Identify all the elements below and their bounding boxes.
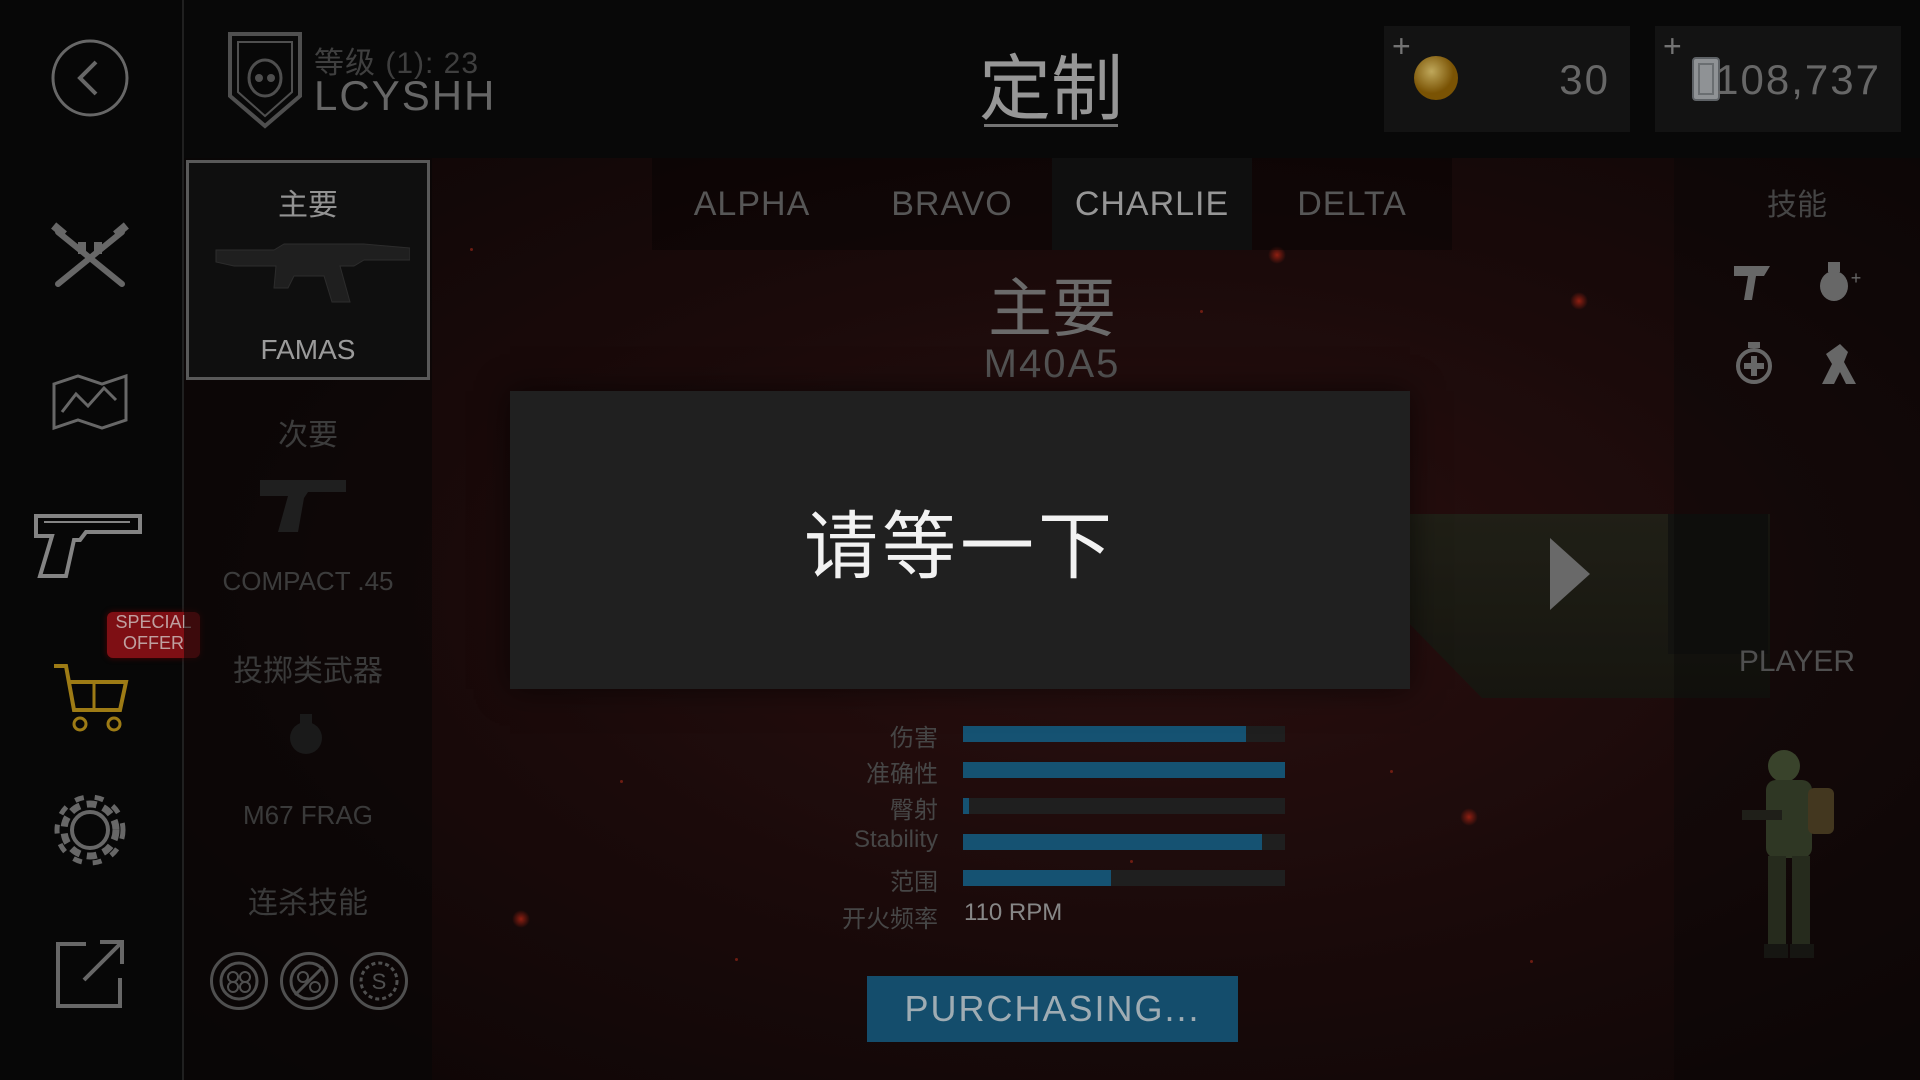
shopping-cart-icon — [54, 664, 129, 732]
extra-grenade-skill-icon[interactable]: + — [1814, 256, 1864, 306]
compact-pistol-icon — [260, 480, 346, 532]
skull-shield-icon — [228, 32, 302, 129]
secondary-slot-label[interactable]: 次要 — [184, 410, 432, 454]
cash-amount: 108,737 — [1715, 56, 1881, 103]
loading-modal: 请等一下 — [510, 391, 1410, 689]
page-title: 定制 — [978, 50, 1123, 130]
ember-glow — [1570, 292, 1588, 310]
stat-range-label: 范围 — [890, 869, 938, 896]
soldier-avatar[interactable] — [1738, 740, 1848, 972]
store-nav-button[interactable] — [40, 648, 140, 748]
throwable-slot-label[interactable]: 投掷类武器 — [184, 646, 432, 690]
ember-glow — [512, 910, 530, 928]
stat-stability-bar — [963, 834, 1285, 850]
external-link-button[interactable] — [40, 924, 140, 1024]
killstreak-counter-uav-icon[interactable] — [280, 952, 338, 1010]
map-icon — [52, 373, 128, 431]
stat-hipfire-fill — [963, 798, 970, 814]
external-link-icon — [56, 940, 124, 1008]
tab-charlie[interactable]: CHARLIE — [1052, 158, 1252, 250]
title-underline — [984, 124, 1118, 127]
killstreak-slot-label[interactable]: 连杀技能 — [184, 878, 432, 922]
back-button[interactable] — [40, 28, 140, 128]
rank-emblem[interactable] — [226, 30, 304, 135]
stat-stability-fill — [963, 834, 1263, 850]
tab-bravo[interactable]: BRAVO — [852, 158, 1052, 250]
ember — [735, 958, 738, 961]
stat-accuracy-fill — [963, 762, 1285, 778]
stat-damage-fill — [963, 726, 1247, 742]
crossed-rifles-icon — [51, 222, 129, 287]
selected-weapon-name: M40A5 — [983, 342, 1121, 386]
svg-text:+: + — [1851, 268, 1862, 288]
purchase-button[interactable]: PURCHASING... — [867, 976, 1238, 1042]
secondary-weapon-name: COMPACT .45 — [222, 566, 394, 596]
player-name: LCYSHH — [314, 72, 497, 119]
gold-currency-box[interactable]: + 30 — [1384, 26, 1630, 132]
add-cash-icon[interactable]: + — [1663, 28, 1682, 65]
back-arrow-icon — [51, 39, 129, 117]
killstreak-uav-icon[interactable] — [210, 952, 268, 1010]
multiplayer-nav-button[interactable] — [40, 208, 140, 308]
killstreak-airstrike-icon[interactable]: S — [350, 952, 408, 1010]
stat-damage-bar — [963, 726, 1285, 742]
stat-hipfire-label: 臀射 — [890, 797, 938, 824]
stat-rate-of-fire-label: 开火频率 — [842, 906, 938, 933]
frag-grenade-icon — [290, 714, 322, 754]
tab-delta[interactable]: DELTA — [1252, 158, 1452, 250]
loadout-nav-button[interactable] — [28, 494, 148, 594]
throwable-weapon-name: M67 FRAG — [242, 800, 374, 830]
cash-currency-box[interactable]: + 108,737 — [1655, 26, 1901, 132]
stat-accuracy-bar — [963, 762, 1285, 778]
ember — [620, 780, 623, 783]
gold-amount: 30 — [1559, 56, 1610, 103]
class-tabs: ALPHA BRAVO CHARLIE DELTA — [652, 158, 1452, 250]
ember — [1130, 860, 1133, 863]
stat-rate-of-fire-value: 110 RPM — [964, 899, 1063, 926]
ember — [1530, 960, 1533, 963]
settings-button[interactable] — [40, 780, 140, 880]
stat-accuracy-label: 准确性 — [866, 761, 938, 788]
campaign-nav-button[interactable] — [40, 352, 140, 452]
sprint-skill-icon[interactable] — [1730, 256, 1778, 304]
tab-alpha[interactable]: ALPHA — [652, 158, 852, 250]
famas-rifle-icon — [215, 243, 410, 303]
add-gold-icon[interactable]: + — [1392, 28, 1411, 65]
gear-icon — [54, 794, 126, 866]
health-skill-icon[interactable] — [1734, 340, 1774, 386]
player-label: PLAYER — [1738, 645, 1856, 678]
primary-slot-label: 主要 — [278, 189, 338, 222]
ember — [470, 248, 473, 251]
ember-glow — [1460, 808, 1478, 826]
stat-hipfire-bar — [963, 798, 1285, 814]
stealth-skill-icon[interactable] — [1814, 340, 1862, 388]
stat-range-fill — [963, 870, 1112, 886]
primary-weapon-name: FAMAS — [260, 334, 356, 365]
svg-text:S: S — [372, 969, 387, 994]
skills-title: 技能 — [1767, 189, 1827, 222]
ember — [1390, 770, 1393, 773]
section-title: 主要 — [988, 273, 1116, 345]
stat-stability-label: Stability — [853, 826, 938, 853]
next-weapon-arrow-icon[interactable] — [1548, 536, 1592, 612]
stat-damage-label: 伤害 — [890, 725, 938, 752]
loading-message: 请等一下 — [804, 503, 1116, 590]
gold-coin-icon — [1414, 56, 1458, 100]
pistol-icon — [34, 514, 142, 578]
stat-range-bar — [963, 870, 1285, 886]
